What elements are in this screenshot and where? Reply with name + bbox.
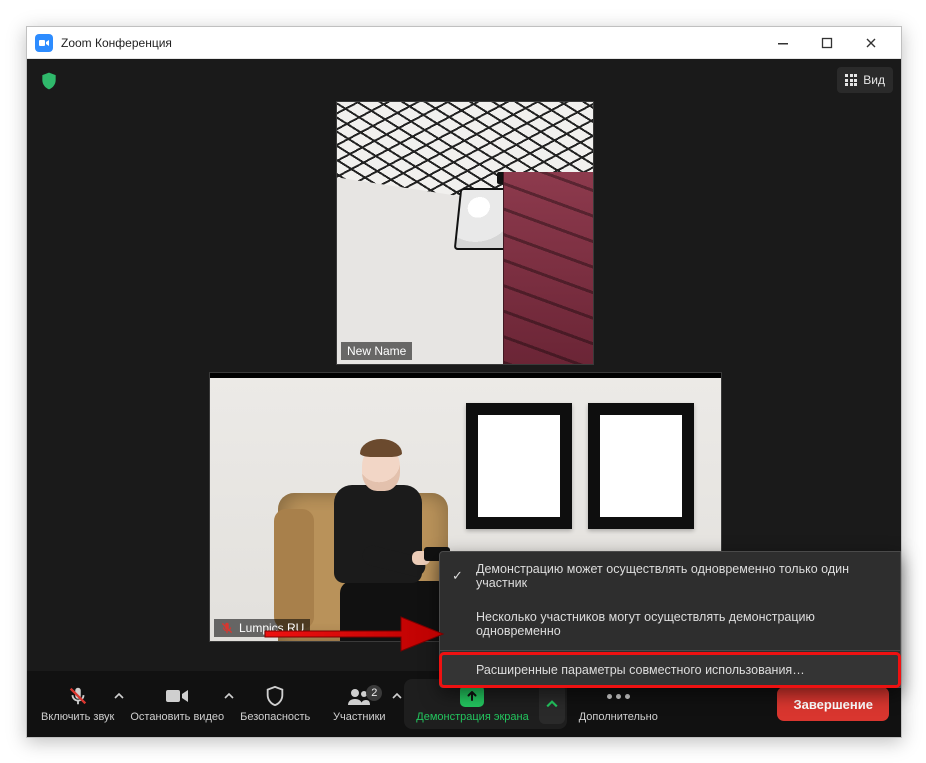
participants-count-badge: 2 xyxy=(366,685,382,701)
participant-name-label: New Name xyxy=(341,342,412,360)
mic-muted-icon xyxy=(66,685,90,707)
app-window: Zoom Конференция Вид xyxy=(26,26,902,738)
end-meeting-button[interactable]: Завершение xyxy=(777,687,889,721)
video-tile[interactable]: New Name xyxy=(336,101,594,365)
meeting-area: Вид New Name xyxy=(27,59,901,737)
view-label: Вид xyxy=(863,73,885,87)
encryption-shield-icon[interactable] xyxy=(35,67,63,95)
titlebar[interactable]: Zoom Конференция xyxy=(27,27,901,59)
share-options-caret[interactable] xyxy=(539,684,565,724)
zoom-app-icon xyxy=(35,34,53,52)
view-button[interactable]: Вид xyxy=(837,67,893,93)
close-button[interactable] xyxy=(849,28,893,58)
participants-button[interactable]: 2 Участники xyxy=(318,681,400,727)
security-button[interactable]: Безопасность xyxy=(232,681,318,727)
window-title: Zoom Конференция xyxy=(61,36,172,50)
video-camera-icon xyxy=(164,685,190,707)
menu-separator xyxy=(440,650,900,651)
minimize-button[interactable] xyxy=(761,28,805,58)
maximize-button[interactable] xyxy=(805,28,849,58)
audio-button[interactable]: Включить звук xyxy=(33,681,122,727)
video-button[interactable]: Остановить видео xyxy=(122,681,232,727)
mic-muted-icon xyxy=(220,621,234,635)
shield-icon xyxy=(264,685,286,707)
video-feed-placeholder xyxy=(337,102,593,364)
chevron-up-icon[interactable] xyxy=(390,689,404,703)
share-screen-icon xyxy=(460,685,484,707)
participant-name-label: Lumpics RU xyxy=(214,619,310,637)
grid-icon xyxy=(845,74,857,86)
menu-item-advanced-sharing[interactable]: Расширенные параметры совместного исполь… xyxy=(440,653,900,687)
menu-item-one-participant[interactable]: Демонстрацию может осуществлять одноврем… xyxy=(440,552,900,600)
share-options-menu: Демонстрацию может осуществлять одноврем… xyxy=(439,551,901,688)
menu-item-multiple-participants[interactable]: Несколько участников могут осуществлять … xyxy=(440,600,900,648)
more-icon xyxy=(607,685,630,707)
